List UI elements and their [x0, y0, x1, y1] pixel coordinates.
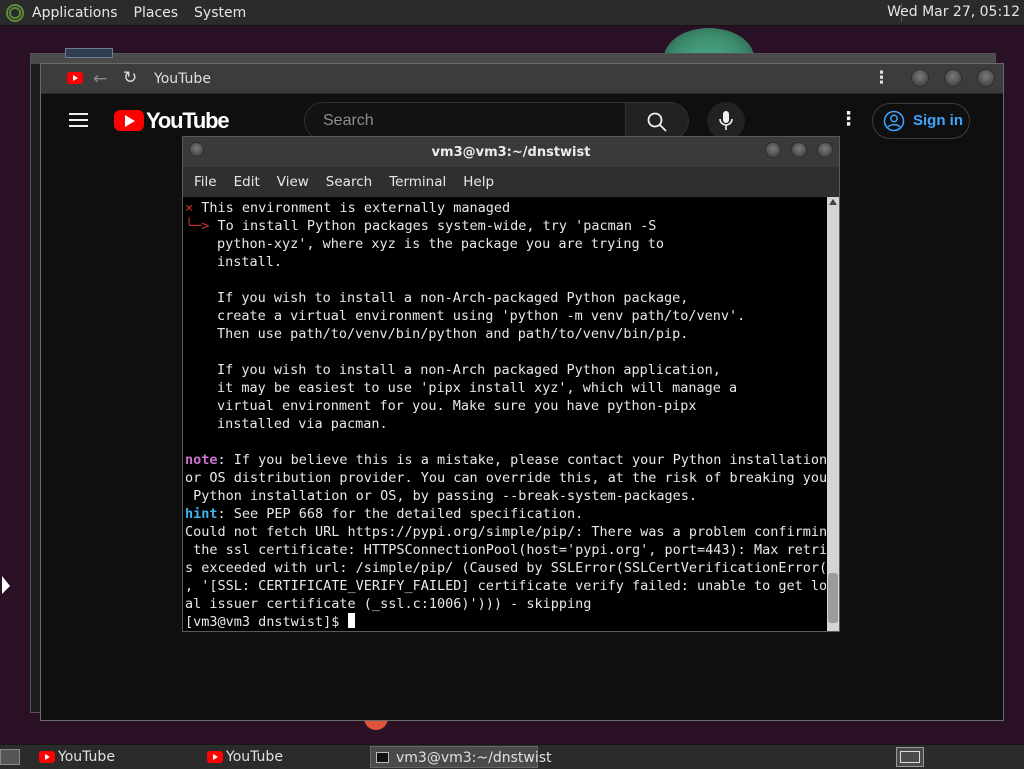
- terminal-window: vm3@vm3:~/dnstwist File Edit View Search…: [182, 136, 840, 632]
- hamburger-menu-icon[interactable]: [69, 113, 88, 127]
- terminal-output[interactable]: × This environment is externally managed…: [185, 197, 826, 631]
- voice-search-button[interactable]: [707, 102, 745, 140]
- sign-in-label: Sign in: [913, 112, 963, 129]
- top-panel: Applications Places System Wed Mar 27, 0…: [0, 0, 1024, 26]
- search-icon: [647, 112, 667, 132]
- terminal-line: If you wish to install a non-Arch packag…: [217, 362, 721, 378]
- terminal-line: it may be easiest to use 'pipx install x…: [217, 380, 738, 396]
- terminal-line: create a virtual environment using 'pyth…: [217, 308, 746, 324]
- error-header: This environment is externally managed: [201, 200, 511, 216]
- terminal-line: or OS distribution provider. You can ove…: [185, 470, 826, 486]
- back-arrow-icon[interactable]: ←: [93, 69, 107, 89]
- maximize-button[interactable]: [944, 69, 962, 87]
- menu-file[interactable]: File: [194, 174, 217, 190]
- scrollbar-thumb[interactable]: [828, 573, 838, 623]
- menu-edit[interactable]: Edit: [234, 174, 260, 190]
- youtube-wordmark[interactable]: YouTube: [146, 108, 230, 134]
- taskbar-item-terminal[interactable]: vm3@vm3:~/dnstwist: [370, 746, 552, 768]
- close-button[interactable]: [977, 69, 995, 87]
- terminal-minimize-button[interactable]: [765, 142, 781, 158]
- youtube-icon: [39, 751, 55, 763]
- youtube-favicon-icon: [67, 72, 83, 84]
- terminal-line: , '[SSL: CERTIFICATE_VERIFY_FAILED] cert…: [185, 578, 826, 594]
- youtube-icon: [207, 751, 223, 763]
- terminal-line: the ssl certificate: HTTPSConnectionPool…: [185, 542, 826, 558]
- terminal-line: note: If you believe this is a mistake, …: [185, 452, 826, 468]
- terminal-line: Python installation or OS, by passing --…: [185, 488, 698, 504]
- reload-icon[interactable]: ↻: [123, 68, 137, 88]
- search-button[interactable]: [626, 102, 689, 140]
- clock[interactable]: Wed Mar 27, 05:12: [887, 4, 1020, 20]
- browser-titlebar[interactable]: ← ↻ YouTube ⋮: [41, 64, 1003, 94]
- error-bullet: ×: [185, 200, 194, 216]
- error-arrow: ╰─>: [185, 218, 210, 234]
- browser-menu-kebab-icon[interactable]: ⋮: [873, 68, 890, 88]
- show-desktop-button[interactable]: [0, 749, 20, 765]
- search-input[interactable]: [321, 111, 615, 131]
- menu-search[interactable]: Search: [326, 174, 372, 190]
- terminal-title: vm3@vm3:~/dnstwist: [431, 145, 591, 160]
- menu-terminal[interactable]: Terminal: [389, 174, 446, 190]
- terminal-line: installed via pacman.: [217, 416, 388, 432]
- hint-label: hint: [185, 506, 218, 522]
- background-window-icon: [65, 48, 113, 58]
- browser-tab-title: YouTube: [154, 71, 211, 87]
- settings-kebab-icon[interactable]: ⋮: [839, 108, 858, 130]
- microphone-icon: [719, 111, 733, 130]
- shell-prompt-line: [vm3@vm3 dnstwist]$: [185, 613, 355, 631]
- minimize-button[interactable]: [911, 69, 929, 87]
- taskbar-item-label: YouTube: [58, 749, 115, 765]
- distro-logo-icon[interactable]: [6, 3, 24, 22]
- terminal-line: s exceeded with url: /simple/pip/ (Cause…: [185, 560, 826, 576]
- taskbar-item-label: YouTube: [226, 749, 283, 765]
- terminal-menubar: File Edit View Search Terminal Help: [183, 167, 839, 197]
- applications-menu[interactable]: Applications: [32, 5, 118, 21]
- terminal-line: python-xyz', where xyz is the package yo…: [217, 236, 665, 252]
- terminal-titlebar[interactable]: vm3@vm3:~/dnstwist: [183, 137, 839, 167]
- system-menu[interactable]: System: [194, 5, 246, 21]
- terminal-line: virtual environment for you. Make sure y…: [217, 398, 697, 414]
- scroll-up-arrow-icon[interactable]: [829, 199, 837, 205]
- search-box[interactable]: [304, 102, 626, 140]
- shell-prompt: [vm3@vm3 dnstwist]$: [185, 614, 348, 630]
- terminal-line: × This environment is externally managed: [185, 199, 510, 217]
- youtube-logo-icon[interactable]: [114, 110, 144, 131]
- note-label: note: [185, 452, 218, 468]
- terminal-line: install.: [217, 254, 283, 270]
- text-cursor: [347, 613, 355, 628]
- terminal-line: Could not fetch URL https://pypi.org/sim…: [185, 524, 826, 540]
- terminal-line: hint: See PEP 668 for the detailed speci…: [185, 506, 584, 522]
- sign-in-button[interactable]: Sign in: [872, 103, 970, 139]
- places-menu[interactable]: Places: [134, 5, 179, 21]
- terminal-line: If you wish to install a non-Arch-packag…: [217, 290, 689, 306]
- menu-help[interactable]: Help: [463, 174, 494, 190]
- taskbar: YouTube YouTube vm3@vm3:~/dnstwist: [0, 744, 1024, 769]
- terminal-icon: [376, 752, 389, 763]
- terminal-maximize-button[interactable]: [791, 142, 807, 158]
- terminal-scrollbar[interactable]: [827, 197, 839, 631]
- menu-view[interactable]: View: [277, 174, 309, 190]
- terminal-line: al issuer certificate (_ssl.c:1006)'))) …: [185, 596, 592, 612]
- taskbar-item-label: vm3@vm3:~/dnstwist: [396, 750, 552, 766]
- taskbar-item-youtube-1[interactable]: YouTube: [33, 746, 197, 768]
- account-icon: [883, 110, 905, 132]
- taskbar-item-youtube-2[interactable]: YouTube: [201, 746, 365, 768]
- terminal-line: ╰─> To install Python packages system-wi…: [185, 218, 657, 234]
- workspace-switcher[interactable]: [896, 747, 924, 767]
- terminal-line: Then use path/to/venv/bin/python and pat…: [217, 326, 689, 342]
- terminal-close-button[interactable]: [817, 142, 833, 158]
- mouse-pointer-icon: [2, 576, 10, 594]
